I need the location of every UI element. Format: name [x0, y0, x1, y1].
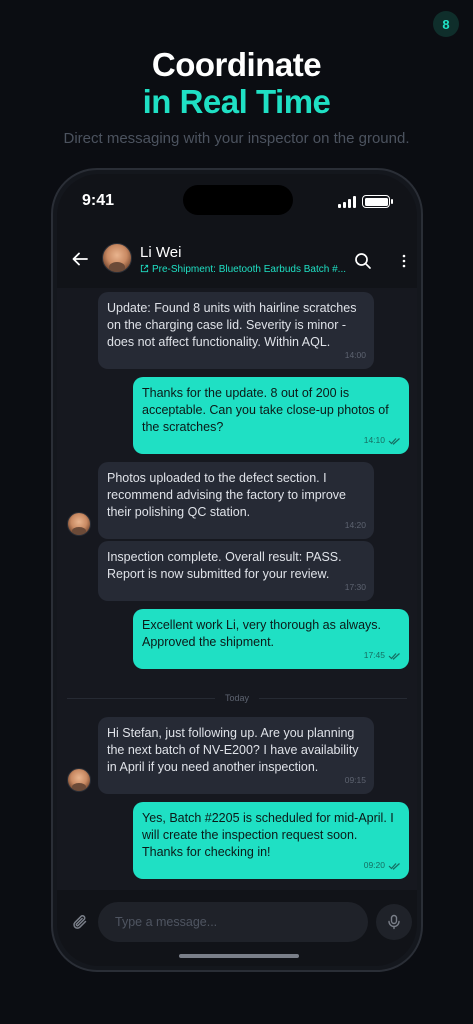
double-check-icon — [388, 652, 400, 660]
message-meta: 14:10 — [364, 432, 401, 449]
contact-avatar[interactable] — [102, 243, 132, 273]
message-time: 14:20 — [344, 520, 366, 530]
phone-frame: 9:41 Li Wei Pre-Shipment: Bluetooth Earb… — [51, 168, 423, 972]
page-headline: Coordinate in Real Time — [0, 46, 473, 120]
home-indicator — [179, 954, 299, 958]
message-text: Hi Stefan, just following up. Are you pl… — [107, 726, 359, 774]
message-outgoing: Thanks for the update. 8 out of 200 is a… — [133, 377, 409, 454]
message-input[interactable] — [98, 902, 368, 942]
status-time: 9:41 — [82, 192, 115, 209]
message-time: 09:15 — [344, 775, 366, 785]
headline-line-2: in Real Time — [142, 83, 331, 120]
message-meta: 14:00 — [345, 347, 366, 364]
message-text: Yes, Batch #2205 is scheduled for mid-Ap… — [142, 811, 394, 859]
signal-icon — [338, 195, 356, 208]
mic-button[interactable] — [376, 904, 412, 940]
status-bar: 9:41 — [57, 174, 417, 226]
message-meta: 09:20 — [364, 857, 401, 874]
day-divider-label: Today — [224, 693, 250, 703]
message-time: 17:30 — [344, 582, 366, 592]
message-text: Inspection complete. Overall result: PAS… — [107, 550, 342, 581]
message-outgoing: Yes, Batch #2205 is scheduled for mid-Ap… — [133, 802, 409, 879]
double-check-icon — [388, 437, 400, 445]
day-divider: Today — [67, 693, 407, 703]
chat-header: Li Wei Pre-Shipment: Bluetooth Earbuds B… — [57, 226, 417, 288]
step-badge: 8 — [433, 11, 459, 37]
message-time: 09:20 — [363, 860, 385, 870]
message-time: 14:00 — [344, 350, 366, 360]
dynamic-island — [183, 185, 293, 215]
sender-avatar — [67, 768, 91, 792]
link-icon — [140, 264, 149, 273]
message-meta: 14:20 — [345, 517, 366, 534]
message-incoming: Inspection complete. Overall result: PAS… — [98, 541, 374, 601]
message-text: Thanks for the update. 8 out of 200 is a… — [142, 386, 389, 434]
sender-avatar — [67, 512, 91, 536]
message-meta: 17:30 — [345, 579, 366, 596]
message-text: Update: Found 8 units with hairline scra… — [107, 301, 357, 349]
back-arrow-icon[interactable] — [71, 250, 89, 268]
contact-order-label: Pre-Shipment: Bluetooth Earbuds Batch #.… — [152, 264, 346, 275]
message-time: 14:10 — [363, 435, 385, 445]
message-text: Photos uploaded to the defect section. I… — [107, 471, 346, 519]
message-composer — [57, 890, 417, 966]
contact-order-link[interactable]: Pre-Shipment: Bluetooth Earbuds Batch #.… — [140, 264, 350, 275]
more-vertical-icon[interactable] — [395, 252, 413, 270]
message-meta: 09:15 — [345, 772, 366, 789]
attach-icon[interactable] — [71, 913, 89, 931]
double-check-icon — [388, 862, 400, 870]
message-incoming: Update: Found 8 units with hairline scra… — [98, 292, 374, 369]
message-incoming: Photos uploaded to the defect section. I… — [98, 462, 374, 539]
search-icon[interactable] — [354, 252, 372, 270]
page-subtitle: Direct messaging with your inspector on … — [63, 130, 410, 147]
message-outgoing: Excellent work Li, very thorough as alwa… — [133, 609, 409, 669]
message-incoming: Hi Stefan, just following up. Are you pl… — [98, 717, 374, 794]
contact-name[interactable]: Li Wei — [140, 244, 181, 261]
message-text: Excellent work Li, very thorough as alwa… — [142, 618, 381, 649]
battery-icon — [362, 195, 393, 208]
message-list[interactable]: Update: Found 8 units with hairline scra… — [57, 288, 417, 890]
message-time: 17:45 — [363, 650, 385, 660]
mic-icon — [388, 914, 400, 930]
phone-screen: 9:41 Li Wei Pre-Shipment: Bluetooth Earb… — [57, 174, 417, 966]
message-meta: 17:45 — [364, 647, 401, 664]
status-icons — [338, 195, 393, 208]
headline-line-1: Coordinate — [151, 46, 322, 83]
